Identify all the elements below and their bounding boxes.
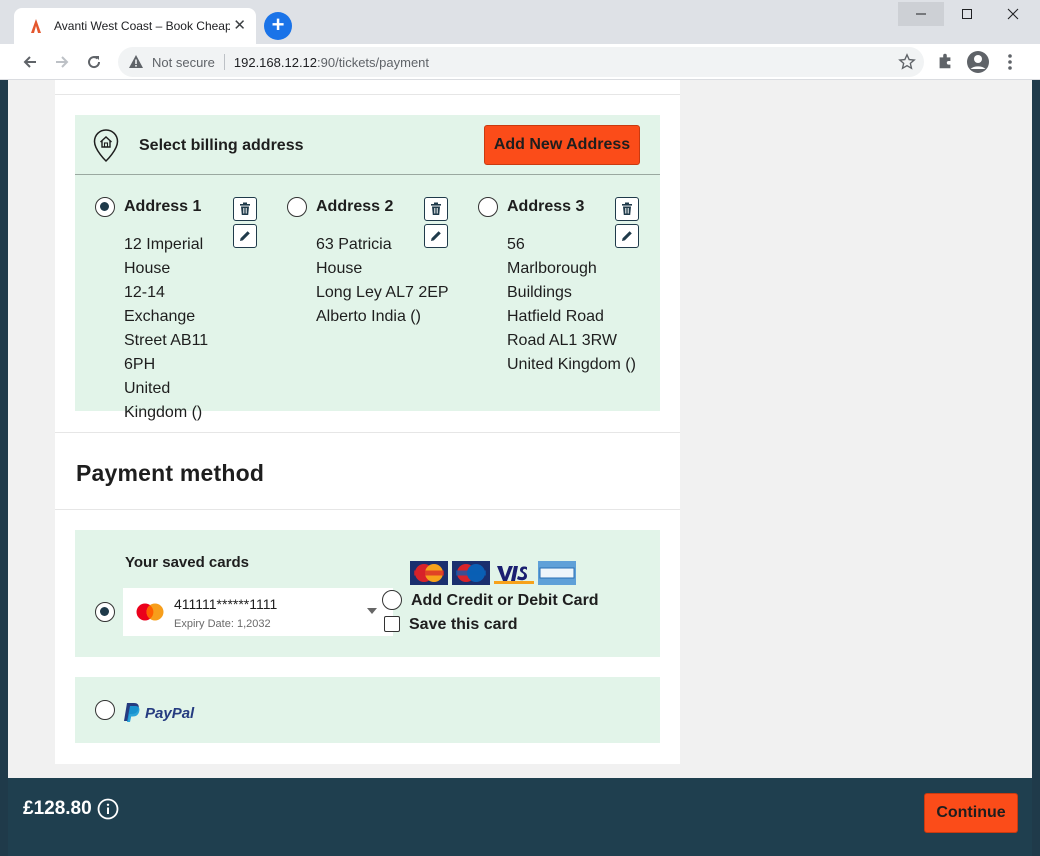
address-line: Hatfield Road [507,308,604,325]
save-card-checkbox[interactable] [384,616,400,632]
billing-address-panel: Select billing address Add New Address A… [75,115,660,421]
address-line: United Kingdom () [124,380,203,421]
address-1-edit-button[interactable] [233,224,257,248]
saved-cards-panel: Your saved cards 411111******1111 Expiry… [75,530,660,657]
pencil-icon [240,231,250,241]
browser-titlebar: Avanti West Coast – Book Cheap ✕ + [0,0,1040,44]
minimize-icon [916,13,926,15]
address-1-name: Address 1 [124,198,202,215]
add-card-radio[interactable] [382,590,402,610]
forward-arrow-icon[interactable] [52,52,72,72]
saved-card-number: 411111******1111 [174,596,278,612]
browser-window: Avanti West Coast – Book Cheap ✕ + Not s… [0,0,1040,856]
address-line: Long Ley AL7 2EP [316,284,449,301]
mastercard-logo-icon [410,561,448,585]
address-line: Street AB11 6PH [124,332,209,373]
chevron-down-icon[interactable] [367,608,377,614]
add-new-address-button[interactable]: Add New Address [484,125,640,165]
address-1-radio[interactable] [95,197,115,217]
maximize-icon [962,9,972,19]
saved-card-select[interactable]: 411111******1111 Expiry Date: 1,2032 [123,588,393,636]
address-1-lines: 12 Imperial House 12-14 Exchange Street … [124,233,236,425]
section-divider [55,509,680,510]
address-line: 12-14 Exchange [124,284,196,325]
mastercard-icon [136,603,164,621]
address-1-delete-button[interactable] [233,197,257,221]
amex-logo-icon [538,561,576,585]
address-3-delete-button[interactable] [615,197,639,221]
trash-icon [622,202,632,215]
paypal-panel: PayPal [75,677,660,743]
window-maximize-button[interactable] [944,2,990,26]
visa-logo-icon [494,566,534,584]
bookmark-star-icon[interactable] [898,53,916,71]
browser-toolbar: Not secure 192.168.12.12 :90/tickets/pay… [0,44,1040,80]
save-card-label: Save this card [409,616,518,633]
pencil-icon [431,231,441,241]
checkout-card: Select billing address Add New Address A… [55,80,680,764]
paypal-radio[interactable] [95,700,115,720]
address-3-edit-button[interactable] [615,224,639,248]
address-3-lines: 56 Marlborough Buildings Hatfield Road R… [507,233,647,377]
trash-icon [431,202,441,215]
address-line: United Kingdom () [507,356,636,373]
reload-icon[interactable] [84,52,104,72]
new-tab-button[interactable]: + [264,12,292,40]
paypal-wordmark: PayPal [145,705,195,722]
trash-icon [240,202,250,215]
address-line: Marlborough [507,260,597,277]
browser-menu-icon[interactable] [1002,52,1018,72]
checkout-footer: £128.80 Continue [8,778,1032,856]
address-2-edit-button[interactable] [424,224,448,248]
paypal-logo-icon: PayPal [124,703,195,722]
address-line: Road AL1 3RW [507,332,617,349]
window-minimize-button[interactable] [898,2,944,26]
continue-button[interactable]: Continue [924,793,1018,833]
card-logos [410,561,576,585]
omnibox-separator [223,54,225,70]
warning-icon [129,55,143,68]
address-line: 12 Imperial [124,236,204,253]
address-line: Alberto India () [316,308,421,325]
section-divider [55,432,680,433]
address-2-name: Address 2 [316,198,394,215]
extensions-puzzle-icon[interactable] [936,52,954,70]
url-host: 192.168.12.12 [233,54,318,70]
browser-tab[interactable]: Avanti West Coast – Book Cheap ✕ [14,8,256,44]
address-line: House [316,260,363,277]
not-secure-label: Not secure [152,54,215,70]
info-icon[interactable] [97,798,119,820]
address-2-radio[interactable] [287,197,307,217]
address-2-delete-button[interactable] [424,197,448,221]
url-path: :90/tickets/payment [317,54,430,70]
billing-header: Select billing address Add New Address [75,115,660,175]
saved-card-radio[interactable] [95,602,115,622]
total-price: £128.80 [23,798,92,819]
pencil-icon [622,231,632,241]
back-arrow-icon[interactable] [20,52,40,72]
page-viewport: Select billing address Add New Address A… [8,80,1032,778]
close-icon [1007,8,1019,20]
address-line: House [124,260,171,277]
address-3-radio[interactable] [478,197,498,217]
profile-avatar-icon[interactable] [966,50,990,74]
maestro-logo-icon [452,561,490,585]
tab-close-icon[interactable]: ✕ [233,17,246,35]
payment-method-title: Payment method [76,460,265,486]
avanti-favicon-icon [31,19,41,33]
address-bar[interactable]: Not secure 192.168.12.12 :90/tickets/pay… [118,47,924,77]
tab-title: Avanti West Coast – Book Cheap [54,19,230,33]
section-divider [55,94,680,95]
address-3-name: Address 3 [507,198,585,215]
saved-card-expiry: Expiry Date: 1,2032 [174,618,271,630]
billing-title: Select billing address [139,137,304,154]
address-line: Buildings [507,284,572,301]
window-close-button[interactable] [990,2,1036,26]
home-location-pin-icon [93,129,119,163]
saved-cards-title: Your saved cards [125,554,249,571]
add-card-label: Add Credit or Debit Card [411,592,599,609]
